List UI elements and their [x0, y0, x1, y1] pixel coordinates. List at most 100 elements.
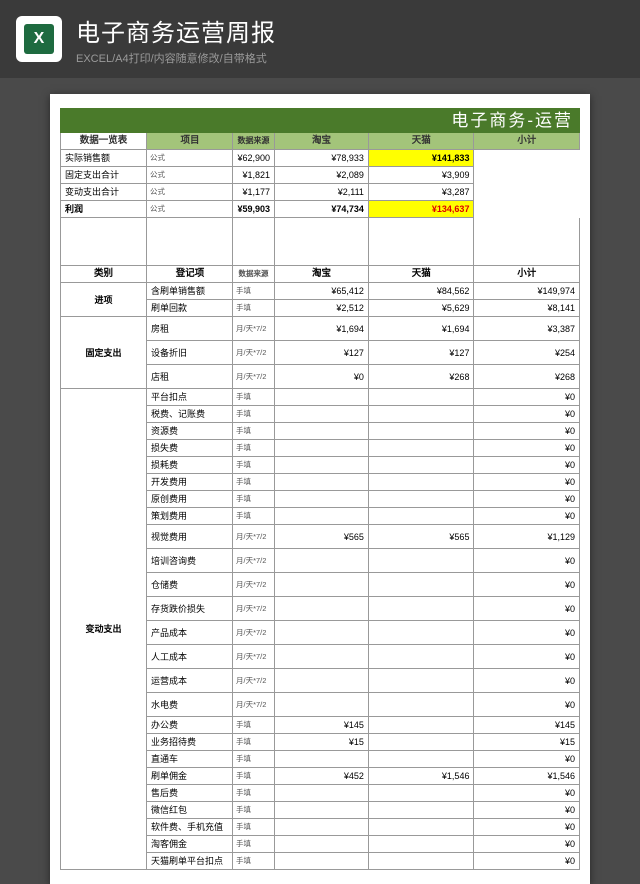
cell-item: 损耗费	[147, 457, 233, 474]
cell-subtotal: ¥0	[474, 491, 580, 508]
cell-tmall	[368, 621, 474, 645]
col-taobao2: 淘宝	[275, 266, 369, 283]
cell-source: 手填	[233, 785, 275, 802]
cell-source: 手填	[233, 440, 275, 457]
cell-tmall: ¥1,546	[368, 768, 474, 785]
cell-taobao: ¥0	[275, 365, 369, 389]
cell-tmall: ¥2,111	[275, 184, 369, 201]
cell-item: 固定支出合计	[61, 167, 147, 184]
section-label: 进项	[61, 283, 147, 317]
cell-item: 资源费	[147, 423, 233, 440]
cell-source: 手填	[233, 474, 275, 491]
page-title: 电子商务运营周报	[76, 13, 276, 48]
cell-source: 手填	[233, 300, 275, 317]
cell-item: 策划费用	[147, 508, 233, 525]
cell-item: 软件费、手机充值	[147, 819, 233, 836]
cell-subtotal: ¥0	[474, 693, 580, 717]
cell-source: 公式	[147, 150, 233, 167]
cell-source: 月/天*7/2	[233, 669, 275, 693]
cell-subtotal: ¥149,974	[474, 283, 580, 300]
cell-item: 存货跌价损失	[147, 597, 233, 621]
sheet-title-row: 电子商务-运营	[61, 109, 580, 133]
table-row: 变动支出平台扣点手填¥0	[61, 389, 580, 406]
cell-item: 售后费	[147, 785, 233, 802]
cell-taobao	[275, 423, 369, 440]
cell-item: 水电费	[147, 693, 233, 717]
excel-icon: X	[16, 16, 62, 62]
cell-source: 月/天*7/2	[233, 573, 275, 597]
cell-source: 手填	[233, 457, 275, 474]
col-category: 类别	[61, 266, 147, 283]
cell-subtotal: ¥254	[474, 341, 580, 365]
cell-item: 税费、记账费	[147, 406, 233, 423]
cell-tmall: ¥84,562	[368, 283, 474, 300]
cell-source: 手填	[233, 819, 275, 836]
cell-source: 月/天*7/2	[233, 693, 275, 717]
cell-source: 手填	[233, 734, 275, 751]
cell-item: 店租	[147, 365, 233, 389]
table-row: 变动支出合计公式¥1,177¥2,111¥3,287	[61, 184, 580, 201]
cell-source: 公式	[147, 184, 233, 201]
cell-taobao: ¥565	[275, 525, 369, 549]
cell-source: 手填	[233, 508, 275, 525]
mid-header-row: 类别 登记项 数据来源 淘宝 天猫 小计	[61, 266, 580, 283]
sheet-title: 电子商务-运营	[61, 109, 580, 133]
cell-subtotal: ¥0	[474, 573, 580, 597]
cell-item: 含刷单销售额	[147, 283, 233, 300]
cell-item: 视觉费用	[147, 525, 233, 549]
cell-tmall: ¥78,933	[275, 150, 369, 167]
cell-tmall	[368, 573, 474, 597]
cell-tmall	[368, 717, 474, 734]
excel-icon-letter: X	[24, 24, 54, 54]
cell-subtotal: ¥0	[474, 474, 580, 491]
cell-subtotal: ¥0	[474, 457, 580, 474]
cell-taobao: ¥1,177	[233, 184, 275, 201]
col-tmall2: 天猫	[368, 266, 474, 283]
table-row: 实际销售额公式¥62,900¥78,933¥141,833	[61, 150, 580, 167]
cell-taobao	[275, 621, 369, 645]
cell-taobao	[275, 645, 369, 669]
cell-tmall	[368, 406, 474, 423]
cell-taobao	[275, 802, 369, 819]
cell-tmall	[368, 549, 474, 573]
cell-tmall: ¥565	[368, 525, 474, 549]
cell-taobao: ¥15	[275, 734, 369, 751]
cell-taobao	[275, 474, 369, 491]
cell-tmall: ¥2,089	[275, 167, 369, 184]
cell-source: 公式	[147, 201, 233, 218]
table-row: 利润公式¥59,903¥74,734¥134,637	[61, 201, 580, 218]
cell-item: 培训咨询费	[147, 549, 233, 573]
cell-tmall	[368, 785, 474, 802]
cell-tmall	[368, 440, 474, 457]
cell-subtotal: ¥8,141	[474, 300, 580, 317]
page-subtitle: EXCEL/A4打印/内容随意修改/自带格式	[76, 50, 276, 66]
cell-tmall: ¥127	[368, 341, 474, 365]
cell-taobao	[275, 406, 369, 423]
section-label: 变动支出	[61, 389, 147, 870]
page-background: 电子商务-运营 数据一览表 项目 数据来源 淘宝 天猫 小计 实际销售额公式¥6…	[0, 78, 640, 884]
cell-item: 直通车	[147, 751, 233, 768]
header-text: 电子商务运营周报 EXCEL/A4打印/内容随意修改/自带格式	[76, 13, 276, 66]
cell-item: 产品成本	[147, 621, 233, 645]
cell-subtotal: ¥3,387	[474, 317, 580, 341]
cell-source: 月/天*7/2	[233, 365, 275, 389]
col-source2: 数据来源	[233, 266, 275, 283]
cell-subtotal: ¥3,287	[368, 184, 474, 201]
cell-subtotal: ¥0	[474, 597, 580, 621]
cell-item: 损失费	[147, 440, 233, 457]
cell-taobao	[275, 836, 369, 853]
cell-subtotal: ¥0	[474, 508, 580, 525]
cell-source: 手填	[233, 768, 275, 785]
cell-source: 手填	[233, 802, 275, 819]
cell-source: 月/天*7/2	[233, 525, 275, 549]
cell-item: 淘客佣金	[147, 836, 233, 853]
cell-source: 手填	[233, 836, 275, 853]
cell-source: 手填	[233, 751, 275, 768]
cell-item: 天猫刷单平台扣点	[147, 853, 233, 870]
cell-item: 开发费用	[147, 474, 233, 491]
col-entry: 登记项	[147, 266, 233, 283]
cell-item: 运营成本	[147, 669, 233, 693]
cell-subtotal: ¥0	[474, 802, 580, 819]
cell-taobao: ¥1,821	[233, 167, 275, 184]
cell-source: 手填	[233, 717, 275, 734]
